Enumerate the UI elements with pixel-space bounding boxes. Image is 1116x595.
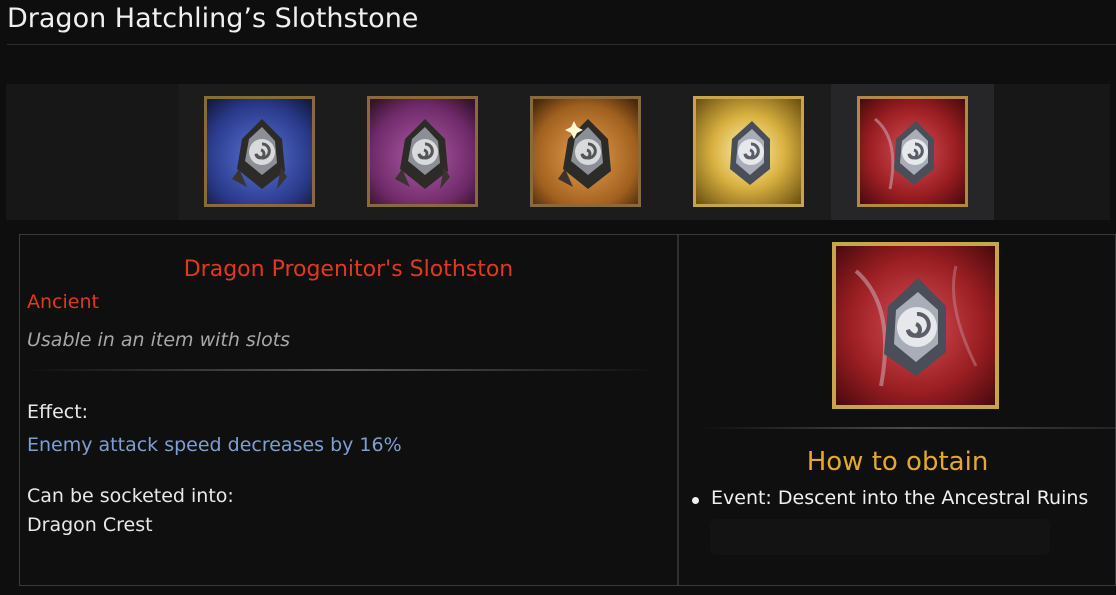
effect-value: Enemy attack speed decreases by 16% <box>27 434 402 456</box>
obtain-item: Event: Descent into the Ancestral Ruins <box>692 487 1088 509</box>
page-title: Dragon Hatchling’s Slothstone <box>7 3 419 34</box>
item-large-image <box>832 242 999 409</box>
how-to-obtain-title: How to obtain <box>806 447 989 477</box>
slothstone-polished-icon <box>860 99 965 204</box>
variant-purple-thumbnail[interactable] <box>367 96 478 207</box>
slothstone-polished-icon <box>836 246 995 405</box>
panel-divider <box>677 235 679 585</box>
section-divider <box>27 369 657 371</box>
variant-red-thumbnail[interactable] <box>857 96 968 207</box>
effect-label: Effect: <box>27 401 89 423</box>
bullet-icon <box>692 497 699 504</box>
obtain-list: Event: Descent into the Ancestral Ruins <box>692 487 1088 509</box>
socket-value: Dragon Crest <box>27 514 153 536</box>
obtain-shadow <box>710 519 1050 555</box>
title-divider <box>7 44 1116 45</box>
variant-orange-thumbnail[interactable] <box>530 96 641 207</box>
item-usage: Usable in an item with slots <box>27 329 291 351</box>
slothstone-rough-icon <box>207 99 312 204</box>
variant-gold-thumbnail[interactable] <box>693 96 804 207</box>
item-rarity: Ancient <box>27 291 99 313</box>
slothstone-rough-icon <box>370 99 475 204</box>
slothstone-rough-sparkle-icon <box>533 99 638 204</box>
variant-blue-thumbnail[interactable] <box>204 96 315 207</box>
item-name: Dragon Progenitor's Slothston <box>183 257 514 282</box>
slothstone-polished-icon <box>696 99 801 204</box>
socket-label: Can be socketed into: <box>27 485 234 507</box>
section-divider <box>700 427 1116 429</box>
obtain-item-label: Event: Descent into the Ancestral Ruins <box>711 487 1089 509</box>
